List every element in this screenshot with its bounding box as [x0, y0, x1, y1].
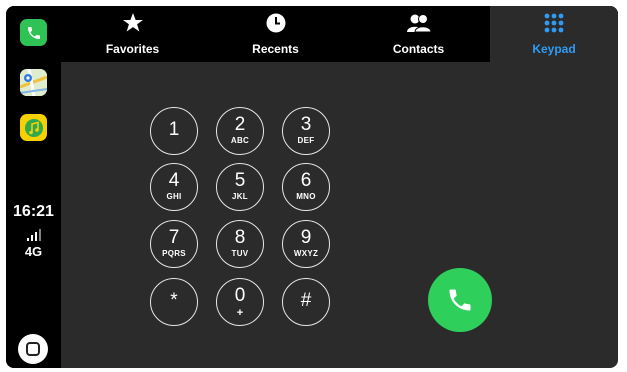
tab-label: Contacts	[392, 42, 445, 56]
tab-recents[interactable]: Recents	[204, 6, 347, 62]
phone-app-icon[interactable]	[20, 19, 47, 46]
key-digit: 5	[234, 170, 246, 191]
key-2[interactable]: 2 ABC	[216, 107, 264, 155]
key-5[interactable]: 5 JKL	[216, 163, 264, 211]
key-digit: 1	[168, 119, 180, 140]
phone-icon	[27, 26, 40, 39]
key-1[interactable]: 1	[150, 107, 198, 155]
key-digit: 2	[234, 114, 246, 135]
key-6[interactable]: 6 MNO	[282, 163, 330, 211]
key-digit: *	[170, 290, 178, 311]
key-digit: 4	[168, 170, 180, 191]
tab-label: Favorites	[105, 42, 160, 56]
music-icon	[24, 118, 43, 137]
key-letters: GHI	[166, 192, 182, 201]
key-letters: JKL	[231, 192, 248, 201]
phone-call-icon	[449, 289, 471, 311]
key-9[interactable]: 9 WXYZ	[282, 220, 330, 268]
clock-icon	[266, 13, 285, 33]
key-digit: 9	[300, 227, 312, 248]
tab-contacts[interactable]: Contacts	[347, 6, 490, 62]
key-letters: ABC	[230, 136, 250, 145]
app-rail: 16:21 4G	[6, 6, 61, 368]
maps-icon	[20, 69, 47, 96]
key-7[interactable]: 7 PQRS	[150, 220, 198, 268]
tab-favorites[interactable]: Favorites	[61, 6, 204, 62]
key-4[interactable]: 4 GHI	[150, 163, 198, 211]
key-letters: MNO	[296, 192, 316, 201]
home-button-icon[interactable]	[18, 334, 48, 364]
maps-app-icon[interactable]	[20, 69, 47, 96]
clock-time: 16:21	[13, 203, 54, 220]
key-digit: 8	[234, 227, 246, 248]
tab-bar: Favorites Recents Contacts Keypad	[61, 6, 618, 62]
key-digit: 0	[234, 285, 246, 306]
key-digit: 6	[300, 170, 312, 191]
key-8[interactable]: 8 TUV	[216, 220, 264, 268]
key-letters: PQRS	[162, 249, 186, 258]
signal-strength-icon	[6, 227, 61, 241]
tab-label: Keypad	[532, 42, 576, 56]
key-digit: 3	[300, 114, 312, 135]
key-digit: 7	[168, 227, 180, 248]
key-digit: #	[300, 290, 312, 311]
star-icon	[122, 13, 143, 32]
keypad-grid-icon	[544, 13, 564, 33]
carplay-screen: 16:21 4G Favorites Recents Contacts Keyp…	[6, 6, 618, 368]
key-3[interactable]: 3 DEF	[282, 107, 330, 155]
network-type: 4G	[24, 244, 43, 259]
key-0[interactable]: 0 +	[216, 278, 264, 326]
key-star[interactable]: *	[150, 278, 198, 326]
key-letters: +	[236, 307, 244, 319]
contacts-icon	[406, 14, 431, 33]
tab-label: Recents	[252, 42, 299, 56]
tab-keypad[interactable]: Keypad	[490, 6, 618, 62]
call-button[interactable]	[428, 268, 492, 332]
key-hash[interactable]: #	[282, 278, 330, 326]
key-letters: DEF	[297, 136, 315, 145]
key-letters: TUV	[231, 249, 249, 258]
music-app-icon[interactable]	[20, 114, 47, 141]
key-letters: WXYZ	[293, 249, 319, 258]
